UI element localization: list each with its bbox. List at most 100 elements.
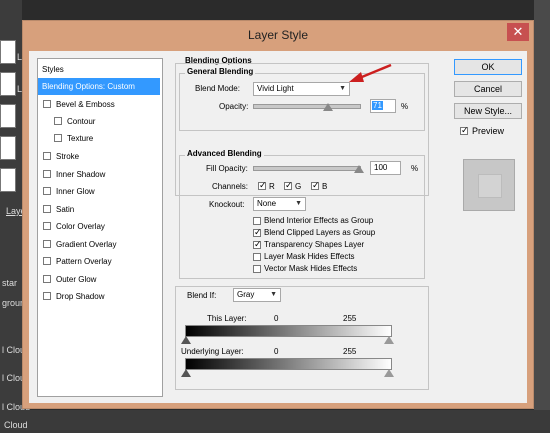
checkbox[interactable]	[43, 152, 51, 160]
underlying-layer-gradient	[185, 358, 392, 370]
fill-opacity-label: Fill Opacity:	[206, 164, 248, 173]
fill-opacity-unit: %	[411, 164, 419, 173]
this-layer-max: 255	[343, 314, 357, 323]
opacity-input[interactable]: 71	[370, 99, 396, 113]
opacity-slider[interactable]	[253, 104, 361, 109]
underlying-layer-black-handle[interactable]	[181, 369, 191, 377]
layer-style-dialog: Layer Style ✕ Styles Blending Options: C…	[22, 20, 534, 409]
checkbox[interactable]	[43, 100, 51, 108]
styles-item-stroke[interactable]: Stroke	[38, 148, 160, 165]
styles-item-texture[interactable]: Texture	[38, 130, 160, 147]
blend-if-select[interactable]: Gray ▼	[233, 288, 281, 302]
fill-opacity-slider[interactable]	[253, 166, 361, 171]
new-style-button[interactable]: New Style...	[454, 103, 522, 119]
styles-item-label: Texture	[67, 134, 94, 143]
checkbox[interactable]	[43, 257, 51, 265]
checkbox[interactable]	[43, 240, 51, 248]
preview-checkbox[interactable]	[460, 124, 469, 136]
styles-item-blending-options[interactable]: Blending Options: Custom	[38, 78, 160, 95]
styles-item-label: Inner Shadow	[56, 170, 106, 179]
cancel-button[interactable]: Cancel	[454, 81, 522, 97]
styles-item-label: Bevel & Emboss	[56, 100, 115, 109]
layer-thumbnail	[0, 168, 16, 192]
channel-g-checkbox[interactable]	[284, 179, 293, 191]
blend-clipped-checkbox[interactable]	[253, 226, 262, 238]
general-blending-title: General Blending	[185, 67, 256, 76]
styles-item-outer-glow[interactable]: Outer Glow	[38, 271, 160, 288]
styles-item-bevel-emboss[interactable]: Bevel & Emboss	[38, 96, 160, 113]
styles-item-drop-shadow[interactable]: Drop Shadow	[38, 288, 160, 305]
this-layer-black-handle[interactable]	[181, 336, 191, 344]
layer-mask-hides-checkbox[interactable]	[253, 253, 261, 261]
checkbox[interactable]	[54, 134, 62, 142]
styles-item-pattern-overlay[interactable]: Pattern Overlay	[38, 253, 160, 270]
checkbox[interactable]	[43, 222, 51, 230]
underlying-layer-label: Underlying Layer:	[181, 347, 244, 356]
chevron-down-icon: ▼	[270, 291, 277, 298]
underlying-layer-white-handle[interactable]	[384, 369, 394, 377]
blend-interior-label: Blend Interior Effects as Group	[264, 216, 374, 225]
layer-mask-hides-label: Layer Mask Hides Effects	[264, 252, 355, 261]
this-layer-gradient	[185, 325, 392, 337]
styles-header[interactable]: Styles	[42, 61, 164, 78]
right-edge-background	[534, 0, 550, 433]
opacity-unit: %	[401, 102, 409, 111]
ok-button[interactable]: OK	[454, 59, 522, 75]
advanced-blending-title: Advanced Blending	[185, 149, 264, 158]
styles-item-satin[interactable]: Satin	[38, 201, 160, 218]
dialog-client-area: Styles Blending Options: Custom Bevel & …	[29, 51, 527, 403]
styles-item-inner-shadow[interactable]: Inner Shadow	[38, 166, 160, 183]
channel-r-checkbox[interactable]	[258, 179, 267, 191]
styles-item-label: Inner Glow	[56, 187, 95, 196]
transparency-shapes-label: Transparency Shapes Layer	[264, 240, 365, 249]
channel-r-label: R	[269, 182, 275, 191]
knockout-select[interactable]: None ▼	[253, 197, 306, 211]
this-layer-white-handle[interactable]	[384, 336, 394, 344]
styles-item-label: Pattern Overlay	[56, 257, 112, 266]
styles-item-gradient-overlay[interactable]: Gradient Overlay	[38, 236, 160, 253]
opacity-slider-handle[interactable]	[323, 103, 334, 111]
checkbox[interactable]	[43, 275, 51, 283]
styles-item-label: Stroke	[56, 152, 80, 161]
styles-item-label: Satin	[56, 205, 75, 214]
fill-opacity-input[interactable]: 100	[370, 161, 401, 175]
checkbox[interactable]	[43, 292, 51, 300]
chevron-down-icon: ▼	[295, 200, 302, 207]
preview-label: Preview	[472, 126, 505, 136]
knockout-value: None	[257, 199, 277, 208]
close-button[interactable]: ✕	[507, 23, 529, 41]
checkbox[interactable]	[43, 205, 51, 213]
vector-mask-hides-checkbox[interactable]	[253, 265, 261, 273]
preview-swatch	[463, 159, 515, 211]
layer-thumbnail	[0, 72, 16, 96]
styles-item-label: Gradient Overlay	[56, 240, 117, 249]
blend-interior-checkbox[interactable]	[253, 217, 261, 225]
channel-b-checkbox[interactable]	[311, 179, 320, 191]
styles-item-color-overlay[interactable]: Color Overlay	[38, 218, 160, 235]
preview-swatch-inner	[478, 174, 502, 198]
this-layer-min: 0	[274, 314, 279, 323]
blend-if-value: Gray	[237, 290, 255, 299]
layer-name: star	[2, 278, 18, 288]
transparency-shapes-checkbox[interactable]	[253, 238, 262, 250]
layer-name: Cloud	[4, 420, 28, 430]
checkbox[interactable]	[43, 187, 51, 195]
checkbox[interactable]	[54, 117, 62, 125]
opacity-value: 71	[372, 101, 383, 110]
vector-mask-hides-label: Vector Mask Hides Effects	[264, 264, 358, 273]
checkbox[interactable]	[43, 170, 51, 178]
this-layer-label: This Layer:	[207, 314, 247, 323]
underlying-layer-max: 255	[343, 347, 357, 356]
styles-item-contour[interactable]: Contour	[38, 113, 160, 130]
layer-thumbnail	[0, 136, 16, 160]
layers-panel-background	[0, 0, 22, 433]
styles-item-label: Outer Glow	[56, 275, 97, 284]
styles-item-inner-glow[interactable]: Inner Glow	[38, 183, 160, 200]
channel-b-label: B	[322, 182, 328, 191]
blend-if-label: Blend If:	[187, 291, 217, 300]
knockout-label: Knockout:	[209, 200, 245, 209]
styles-item-label: Contour	[67, 117, 96, 126]
fill-opacity-slider-handle[interactable]	[354, 165, 364, 173]
styles-item-label: Drop Shadow	[56, 292, 105, 301]
styles-item-label: Color Overlay	[56, 222, 105, 231]
